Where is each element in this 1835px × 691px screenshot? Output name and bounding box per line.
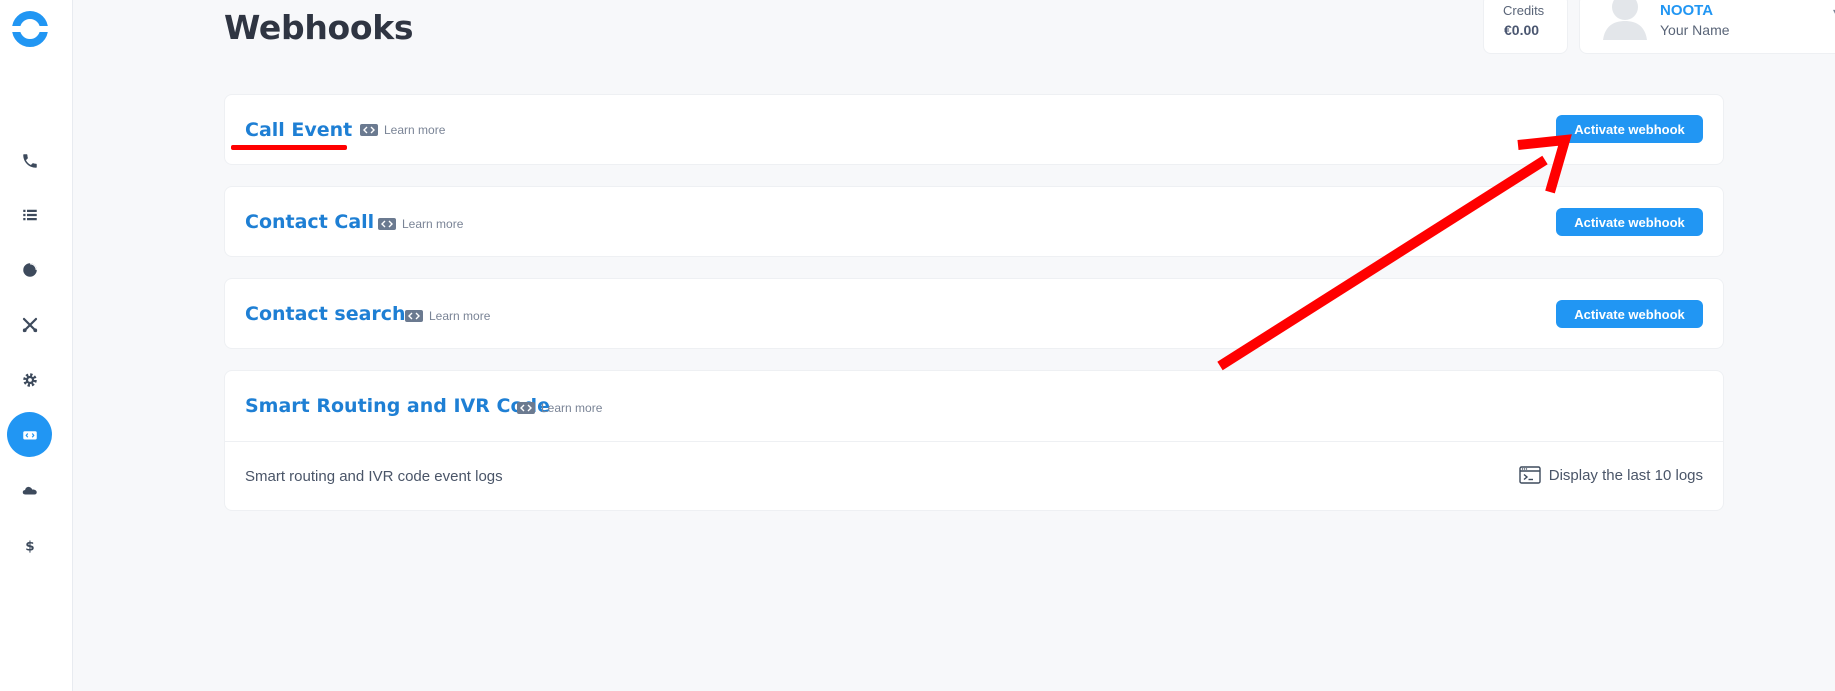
code-icon <box>360 124 378 136</box>
svg-text:$: $ <box>25 538 34 554</box>
activate-webhook-button[interactable]: Activate webhook <box>1556 208 1703 236</box>
tools-icon <box>22 317 37 332</box>
avatar[interactable] <box>1600 0 1650 40</box>
webhook-title: Contact search <box>245 303 406 325</box>
learn-more-label: Learn more <box>541 401 603 415</box>
display-logs-label: Display the last 10 logs <box>1548 466 1703 484</box>
learn-more-link[interactable]: Learn more <box>405 309 490 323</box>
learn-more-link[interactable]: Learn more <box>378 217 463 231</box>
activate-webhook-button[interactable]: Activate webhook <box>1556 300 1703 328</box>
annotation-underline <box>231 145 347 150</box>
dollar-icon: $ <box>25 538 34 554</box>
code-icon <box>405 310 423 322</box>
sidebar-item-webhooks[interactable] <box>7 412 52 457</box>
event-logs-label: Smart routing and IVR code event logs <box>245 468 503 485</box>
sidebar-item-stats[interactable] <box>7 247 52 292</box>
page-title: Webhooks <box>224 8 414 47</box>
activate-webhook-button[interactable]: Activate webhook <box>1556 115 1703 143</box>
pie-chart-icon <box>22 262 37 277</box>
code-icon <box>22 430 37 439</box>
terminal-icon <box>1519 466 1541 484</box>
learn-more-link[interactable]: Learn more <box>360 123 445 137</box>
credits-widget[interactable]: Credits €0.00 <box>1483 0 1568 54</box>
learn-more-label: Learn more <box>402 217 464 231</box>
credits-value: €0.00 <box>1504 22 1540 38</box>
gear-icon <box>22 372 37 387</box>
webhook-card-call-event: Call Event Learn more Activate webhook <box>224 94 1724 165</box>
logo-icon[interactable] <box>11 10 49 48</box>
list-icon <box>22 209 37 220</box>
code-icon <box>517 402 535 414</box>
user-menu[interactable]: NOOTA Your Name ▾ <box>1579 0 1835 54</box>
learn-more-label: Learn more <box>384 123 446 137</box>
user-company: NOOTA <box>1660 2 1714 19</box>
sidebar: $ <box>0 0 73 691</box>
webhook-card-contact-call: Contact Call Learn more Activate webhook <box>224 186 1724 257</box>
webhook-card-contact-search: Contact search Learn more Activate webho… <box>224 278 1724 349</box>
cloud-icon <box>22 486 37 494</box>
webhook-title: Contact Call <box>245 211 375 233</box>
sidebar-item-tools[interactable] <box>7 302 52 347</box>
user-avatar-icon <box>1603 0 1647 40</box>
sidebar-item-lists[interactable] <box>7 192 52 237</box>
sidebar-item-calls[interactable] <box>7 138 52 183</box>
learn-more-link[interactable]: Learn more <box>517 401 602 415</box>
sidebar-item-cloud[interactable] <box>7 467 52 512</box>
webhook-title: Call Event <box>245 119 353 141</box>
phone-icon <box>22 153 37 168</box>
webhook-card-smart-routing: Smart Routing and IVR Code Learn more Sm… <box>224 370 1724 511</box>
learn-more-label: Learn more <box>429 309 491 323</box>
credits-label: Credits <box>1503 3 1545 18</box>
sidebar-item-settings[interactable] <box>7 357 52 402</box>
sidebar-item-billing[interactable]: $ <box>7 522 52 567</box>
user-name: Your Name <box>1660 22 1730 38</box>
display-logs-link[interactable]: Display the last 10 logs <box>1519 466 1703 484</box>
webhook-title: Smart Routing and IVR Code <box>245 395 550 417</box>
code-icon <box>378 218 396 230</box>
divider <box>225 441 1723 442</box>
